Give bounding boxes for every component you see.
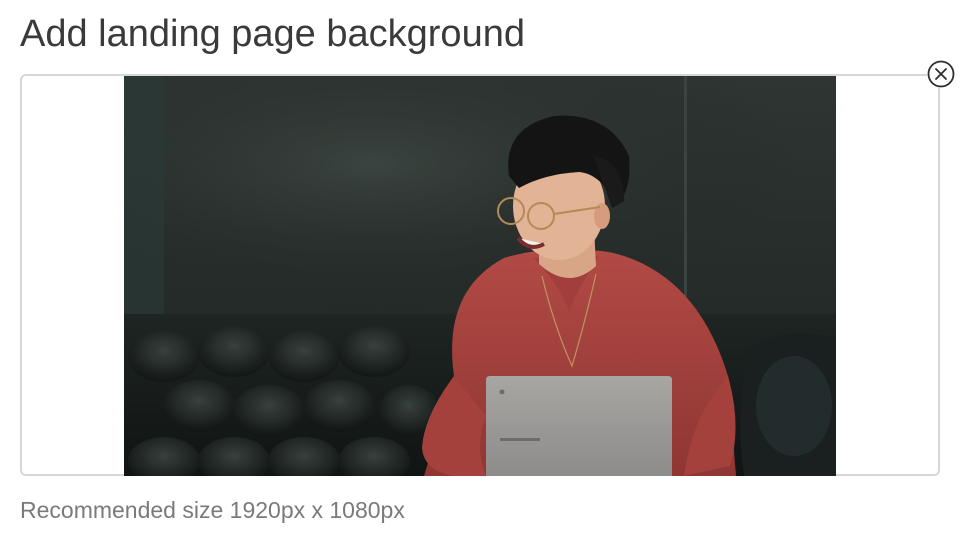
background-image-preview (124, 76, 836, 476)
remove-image-button[interactable] (927, 60, 955, 88)
close-circle-icon (927, 60, 955, 88)
page-title: Add landing page background (20, 13, 525, 55)
recommended-size-hint: Recommended size 1920px x 1080px (20, 497, 405, 523)
